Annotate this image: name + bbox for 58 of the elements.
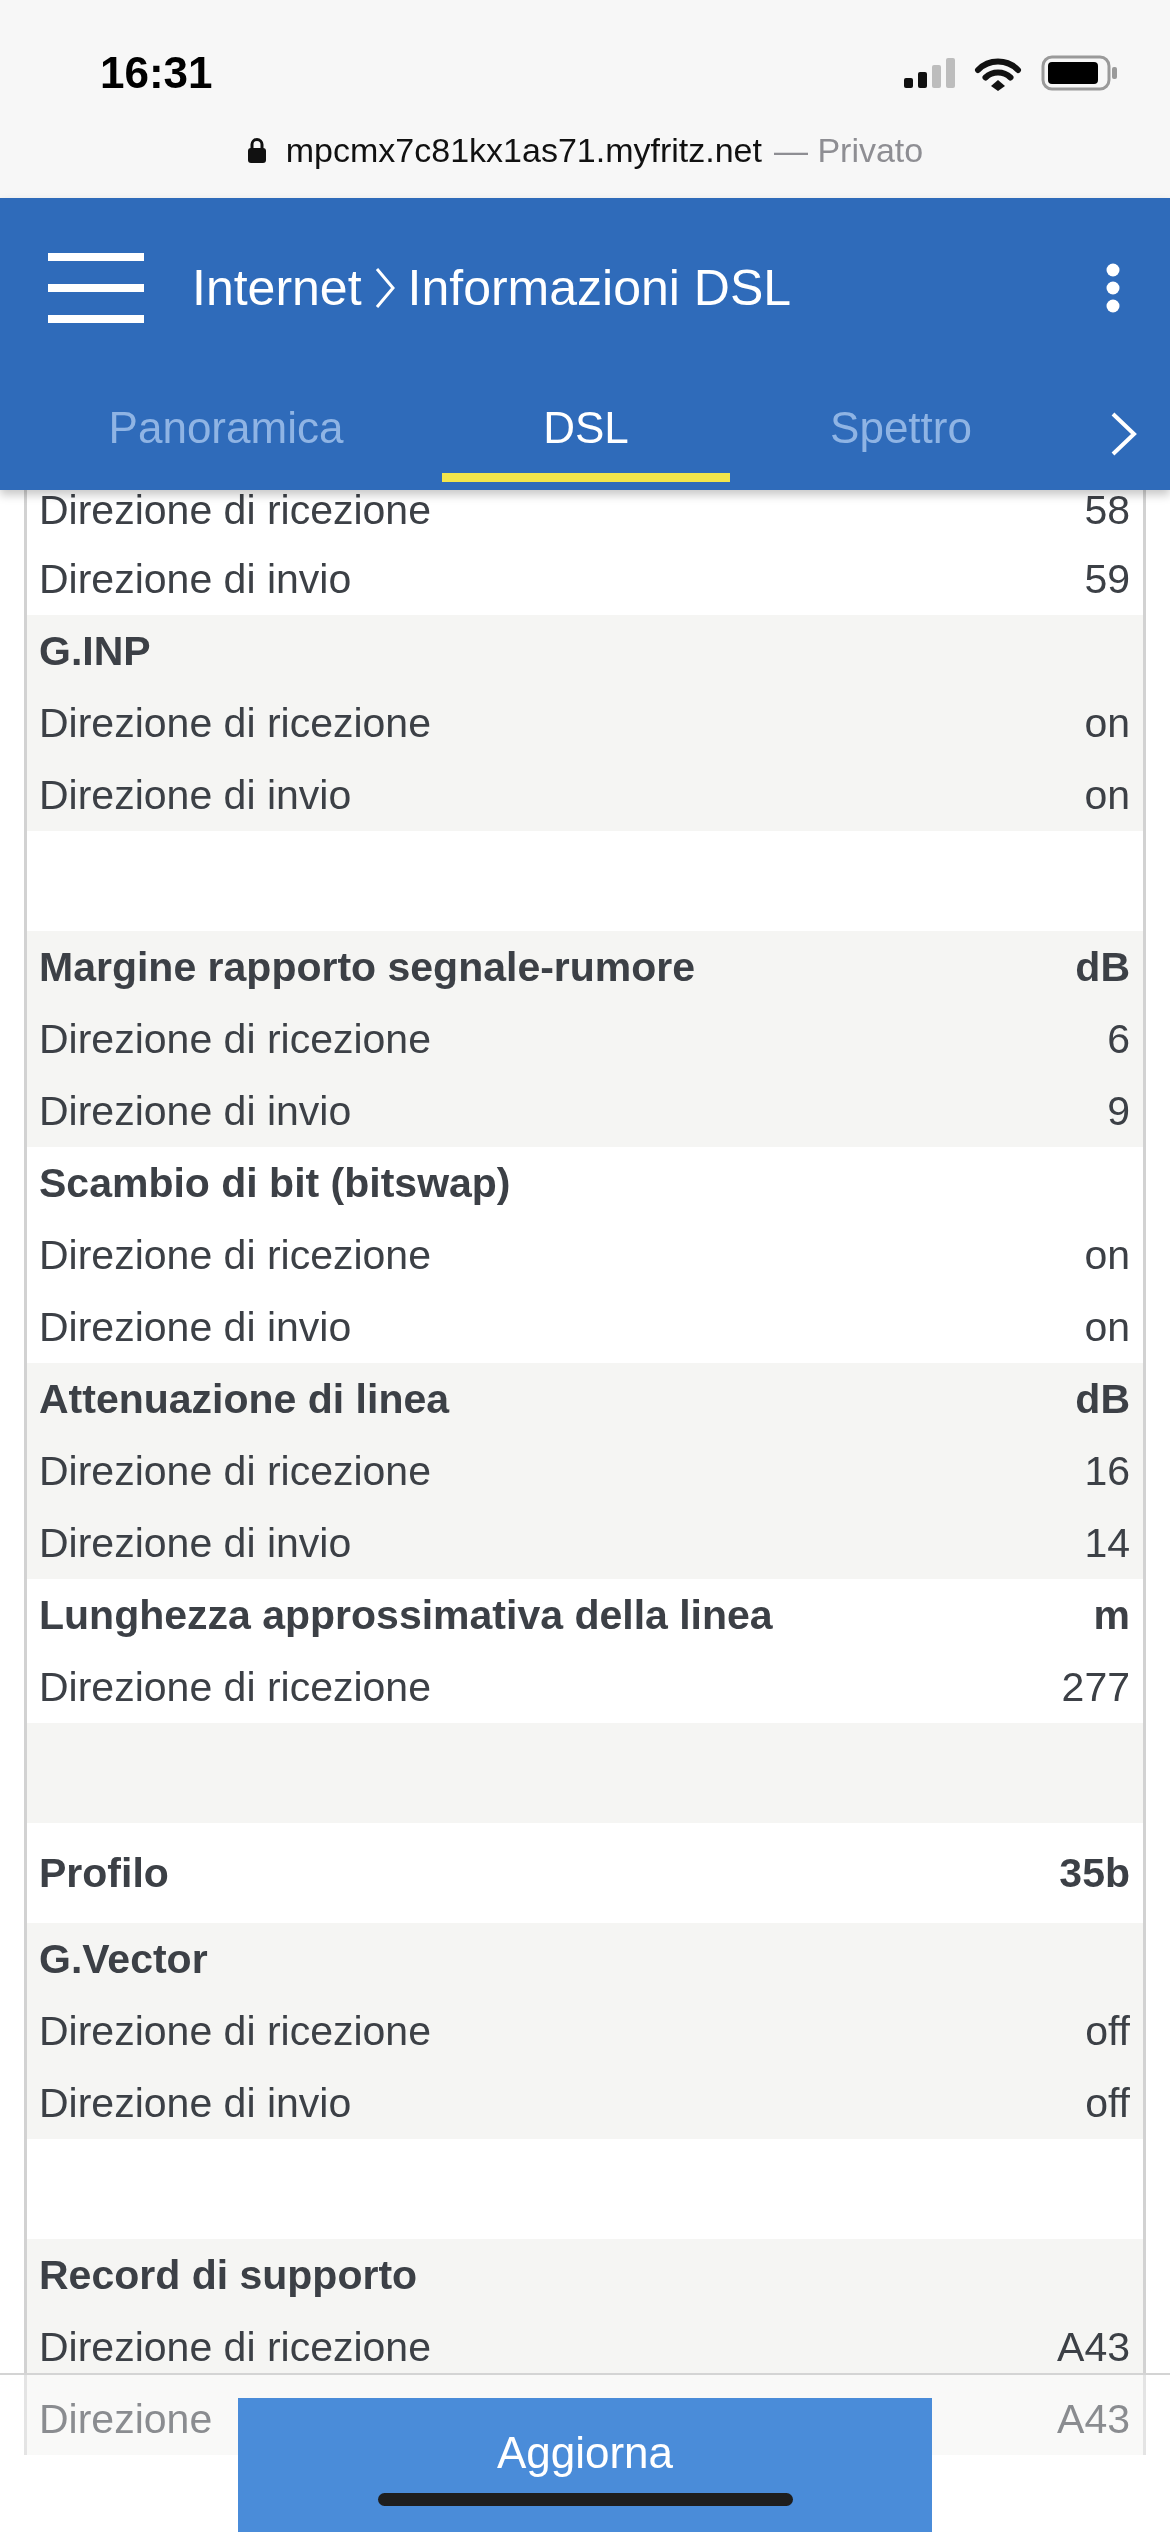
row-value: A43 bbox=[1057, 2323, 1130, 2371]
row-label: Direzione di invio bbox=[39, 771, 352, 819]
section-title: Record di supporto bbox=[39, 2251, 418, 2299]
section-value: m bbox=[1093, 1591, 1130, 1639]
section-value: dB bbox=[1075, 943, 1130, 991]
refresh-button[interactable]: Aggiorna bbox=[238, 2398, 932, 2532]
row-value: 59 bbox=[1084, 555, 1130, 603]
more-button[interactable] bbox=[1106, 263, 1120, 313]
row-label: Direzione di invio bbox=[39, 1519, 352, 1567]
row-label: Direzione di invio bbox=[39, 1087, 352, 1135]
lock-icon bbox=[246, 137, 267, 163]
row-label: Direzione di invio bbox=[39, 555, 352, 603]
section-title: Margine rapporto segnale-rumore bbox=[39, 943, 696, 991]
row-value: on bbox=[1084, 699, 1130, 747]
row-value: 58 bbox=[1084, 490, 1130, 530]
section-title: Scambio di bit (bitswap) bbox=[39, 1159, 511, 1207]
privacy-label: — Privato bbox=[773, 130, 924, 170]
row-label: Direzione di invio bbox=[39, 2079, 352, 2127]
row-label: Direzione di ricezione bbox=[39, 699, 431, 747]
row-value: 16 bbox=[1084, 1447, 1130, 1495]
row-label: Direzione di ricezione bbox=[39, 1447, 431, 1495]
row-value: 277 bbox=[1061, 1663, 1130, 1711]
tab[interactable]: DSL bbox=[406, 378, 766, 490]
row-label: Direzione di ricezione bbox=[39, 1231, 431, 1279]
row-value: A43 bbox=[1057, 2395, 1130, 2443]
section-title: G.Vector bbox=[39, 1935, 208, 1983]
section-title: Lunghezza approssimativa della linea bbox=[39, 1591, 773, 1639]
section-value: dB bbox=[1075, 1375, 1130, 1423]
battery-icon bbox=[1041, 55, 1118, 91]
row-value: 6 bbox=[1107, 1015, 1130, 1063]
more-icon bbox=[1106, 263, 1120, 313]
row-label: Direzione di ricezione bbox=[39, 1015, 431, 1063]
row-label: Direzione di ricezione bbox=[39, 1663, 431, 1711]
row-label: Direzione di ricezione bbox=[39, 2007, 431, 2055]
url-text[interactable]: mpcmx7c81kx1as71.myfritz.net bbox=[285, 130, 762, 170]
row-value: 14 bbox=[1084, 1519, 1130, 1567]
section-title: G.INP bbox=[39, 627, 151, 675]
breadcrumb-link[interactable]: Internet bbox=[192, 259, 362, 317]
chevron-right-icon bbox=[373, 266, 396, 310]
row-value: on bbox=[1084, 1303, 1130, 1351]
page-title: Informazioni DSL bbox=[407, 259, 792, 317]
row-label: Direzione di invio bbox=[39, 1303, 352, 1351]
row-value: on bbox=[1084, 771, 1130, 819]
row-label: Direzione di ricezione bbox=[39, 2323, 431, 2371]
menu-icon bbox=[48, 253, 144, 323]
signal-icon bbox=[904, 58, 955, 88]
chevron-right-icon bbox=[1110, 411, 1138, 457]
menu-button[interactable] bbox=[48, 253, 144, 323]
row-label: Direzione bbox=[39, 2395, 213, 2443]
row-value: off bbox=[1085, 2079, 1130, 2127]
row-label: Direzione di ricezione bbox=[39, 490, 431, 530]
section-value: 35b bbox=[1059, 1849, 1130, 1897]
row-value: off bbox=[1085, 2007, 1130, 2055]
section-title: Attenuazione di linea bbox=[39, 1375, 450, 1423]
status-time: 16:31 bbox=[100, 48, 213, 98]
row-value: 9 bbox=[1107, 1087, 1130, 1135]
row-value: on bbox=[1084, 1231, 1130, 1279]
section-title: Profilo bbox=[39, 1849, 169, 1897]
